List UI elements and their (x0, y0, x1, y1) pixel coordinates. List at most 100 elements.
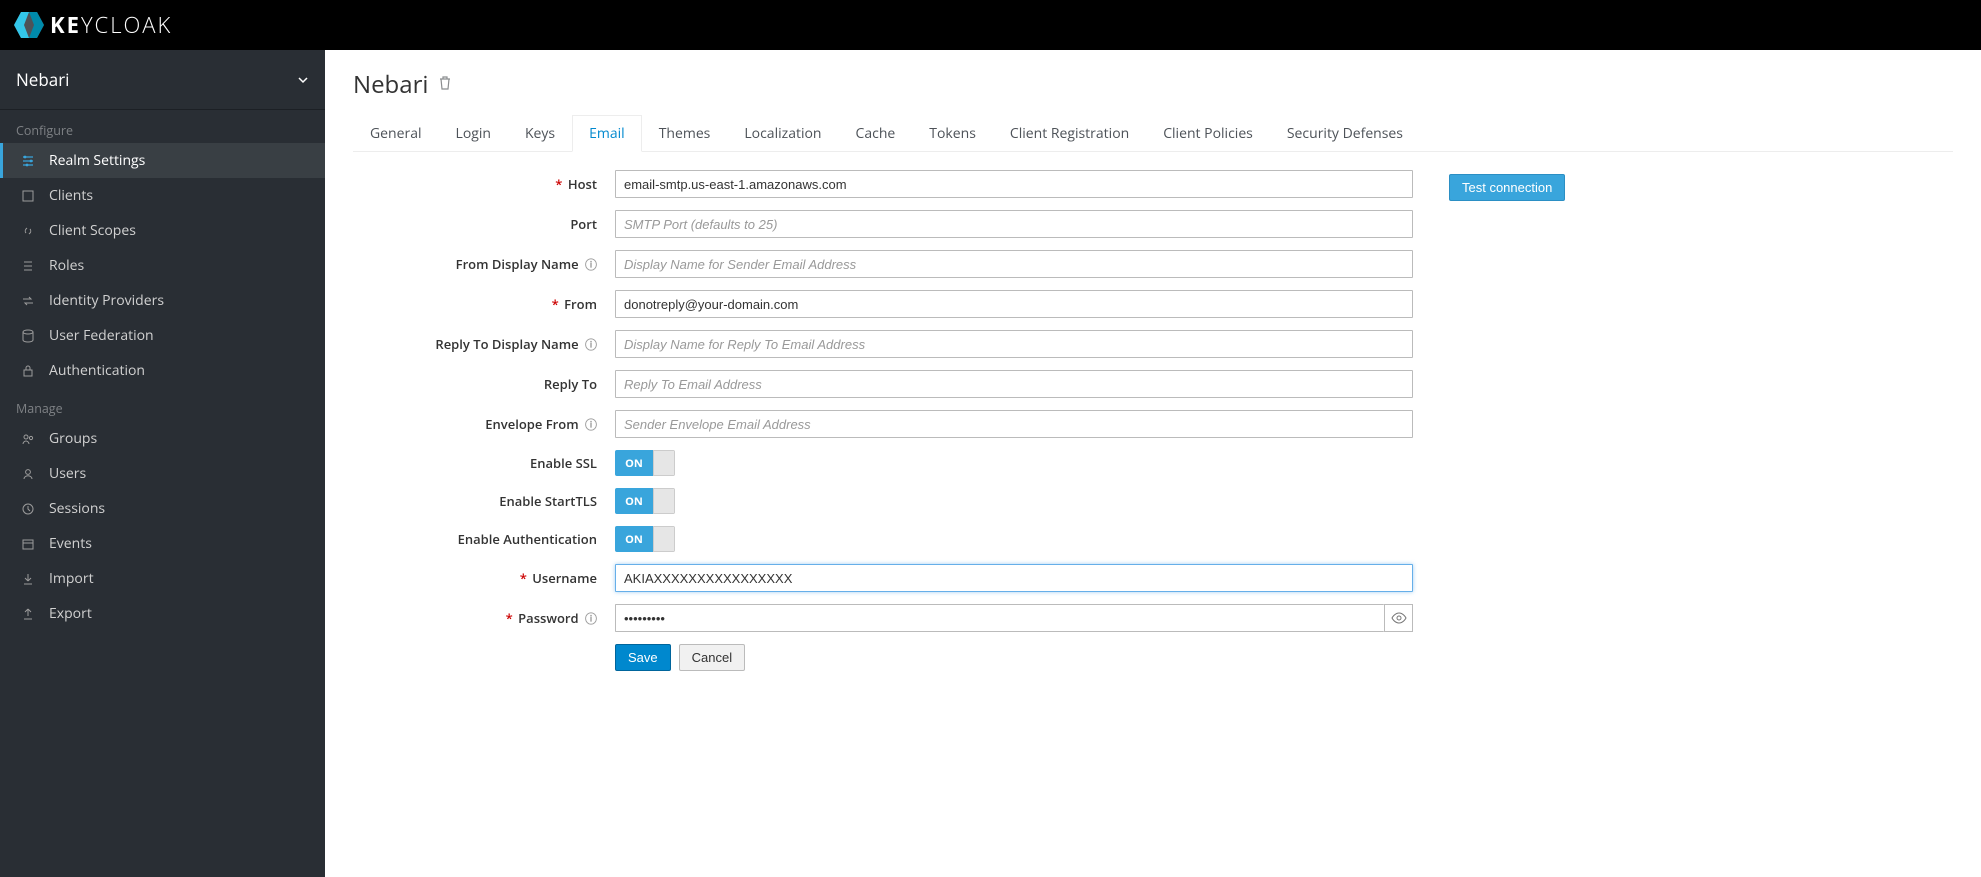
sidebar-item-clients[interactable]: Clients (0, 178, 325, 213)
password-input[interactable] (615, 604, 1384, 632)
list-icon (19, 259, 37, 273)
tab-themes[interactable]: Themes (642, 115, 728, 152)
transfer-icon (19, 294, 37, 308)
label-reply-to: Reply To (353, 375, 615, 393)
toggle-knob (653, 450, 675, 476)
tabs: General Login Keys Email Themes Localiza… (353, 115, 1953, 152)
envelope-from-input[interactable] (615, 410, 1413, 438)
page-title: Nebari (353, 68, 428, 101)
email-form: * Host Port From Display Name ⓘ * From R (353, 170, 1413, 671)
brand-text: KEYCLOAK (50, 10, 172, 40)
sidebar-item-sessions[interactable]: Sessions (0, 491, 325, 526)
sidebar-item-label: Import (49, 569, 94, 588)
link-icon (19, 224, 37, 238)
sidebar-item-realm-settings[interactable]: Realm Settings (0, 143, 325, 178)
sidebar-item-roles[interactable]: Roles (0, 248, 325, 283)
square-icon (19, 189, 37, 203)
save-button[interactable]: Save (615, 644, 671, 671)
tab-cache[interactable]: Cache (839, 115, 913, 152)
label-enable-ssl: Enable SSL (353, 454, 615, 472)
toggle-enable-starttls[interactable]: ON (615, 488, 675, 514)
label-enable-auth: Enable Authentication (353, 530, 615, 548)
toggle-knob (653, 488, 675, 514)
label-envelope-from: Envelope From ⓘ (353, 415, 615, 433)
sidebar-item-label: Sessions (49, 499, 105, 518)
from-input[interactable] (615, 290, 1413, 318)
toggle-knob (653, 526, 675, 552)
sidebar-item-export[interactable]: Export (0, 596, 325, 631)
from-display-name-input[interactable] (615, 250, 1413, 278)
tab-general[interactable]: General (353, 115, 439, 152)
sidebar-item-label: Users (49, 464, 86, 483)
calendar-icon (19, 537, 37, 551)
reply-to-input[interactable] (615, 370, 1413, 398)
label-from-display-name: From Display Name ⓘ (353, 255, 615, 273)
sidebar-item-events[interactable]: Events (0, 526, 325, 561)
sidebar-item-label: User Federation (49, 326, 154, 345)
tab-login[interactable]: Login (439, 115, 508, 152)
sidebar-item-label: Export (49, 604, 92, 623)
database-icon (19, 329, 37, 343)
chevron-down-icon (297, 68, 309, 91)
sidebar-item-label: Roles (49, 256, 84, 275)
tab-email[interactable]: Email (572, 115, 642, 152)
test-connection-button[interactable]: Test connection (1449, 174, 1565, 201)
label-password: * Password ⓘ (353, 609, 615, 627)
main-content: Nebari General Login Keys Email Themes L… (325, 50, 1981, 877)
tab-localization[interactable]: Localization (727, 115, 838, 152)
trash-icon[interactable] (438, 75, 452, 95)
reply-to-display-name-input[interactable] (615, 330, 1413, 358)
export-icon (19, 607, 37, 621)
tab-client-registration[interactable]: Client Registration (993, 115, 1146, 152)
clock-icon (19, 502, 37, 516)
help-icon[interactable]: ⓘ (585, 416, 597, 433)
sidebar-item-label: Identity Providers (49, 291, 164, 310)
label-host: * Host (353, 175, 615, 193)
sidebar-item-label: Events (49, 534, 92, 553)
sliders-icon (19, 154, 37, 168)
user-icon (19, 467, 37, 481)
sidebar-item-users[interactable]: Users (0, 456, 325, 491)
sidebar-item-label: Client Scopes (49, 221, 136, 240)
sidebar-item-label: Groups (49, 429, 97, 448)
port-input[interactable] (615, 210, 1413, 238)
host-input[interactable] (615, 170, 1413, 198)
cancel-button[interactable]: Cancel (679, 644, 745, 671)
import-icon (19, 572, 37, 586)
label-from: * From (353, 295, 615, 313)
sidebar-item-identity-providers[interactable]: Identity Providers (0, 283, 325, 318)
tab-keys[interactable]: Keys (508, 115, 572, 152)
eye-icon[interactable] (1384, 604, 1413, 632)
sidebar-item-authentication[interactable]: Authentication (0, 353, 325, 388)
toggle-enable-ssl[interactable]: ON (615, 450, 675, 476)
tab-security-defenses[interactable]: Security Defenses (1270, 115, 1420, 152)
help-icon[interactable]: ⓘ (585, 610, 597, 627)
sidebar-item-label: Realm Settings (49, 151, 145, 170)
username-input[interactable] (615, 564, 1413, 592)
sidebar-section-manage: Manage (0, 388, 325, 421)
sidebar-item-label: Authentication (49, 361, 145, 380)
sidebar-item-import[interactable]: Import (0, 561, 325, 596)
help-icon[interactable]: ⓘ (585, 336, 597, 353)
brand-logo-area[interactable]: KEYCLOAK (14, 10, 172, 40)
keycloak-logo-icon (14, 12, 44, 38)
label-enable-starttls: Enable StartTLS (353, 492, 615, 510)
sidebar-item-groups[interactable]: Groups (0, 421, 325, 456)
group-icon (19, 432, 37, 446)
tab-client-policies[interactable]: Client Policies (1146, 115, 1270, 152)
sidebar-section-configure: Configure (0, 110, 325, 143)
label-reply-to-display-name: Reply To Display Name ⓘ (353, 335, 615, 353)
help-icon[interactable]: ⓘ (585, 256, 597, 273)
sidebar-item-client-scopes[interactable]: Client Scopes (0, 213, 325, 248)
lock-icon (19, 364, 37, 378)
topbar: KEYCLOAK (0, 0, 1981, 50)
sidebar-item-user-federation[interactable]: User Federation (0, 318, 325, 353)
realm-selector-label: Nebari (16, 68, 69, 91)
realm-selector[interactable]: Nebari (0, 50, 325, 110)
label-username: * Username (353, 569, 615, 587)
label-port: Port (353, 215, 615, 233)
toggle-enable-auth[interactable]: ON (615, 526, 675, 552)
sidebar-item-label: Clients (49, 186, 93, 205)
tab-tokens[interactable]: Tokens (912, 115, 993, 152)
sidebar: Nebari Configure Realm Settings Clients … (0, 50, 325, 877)
